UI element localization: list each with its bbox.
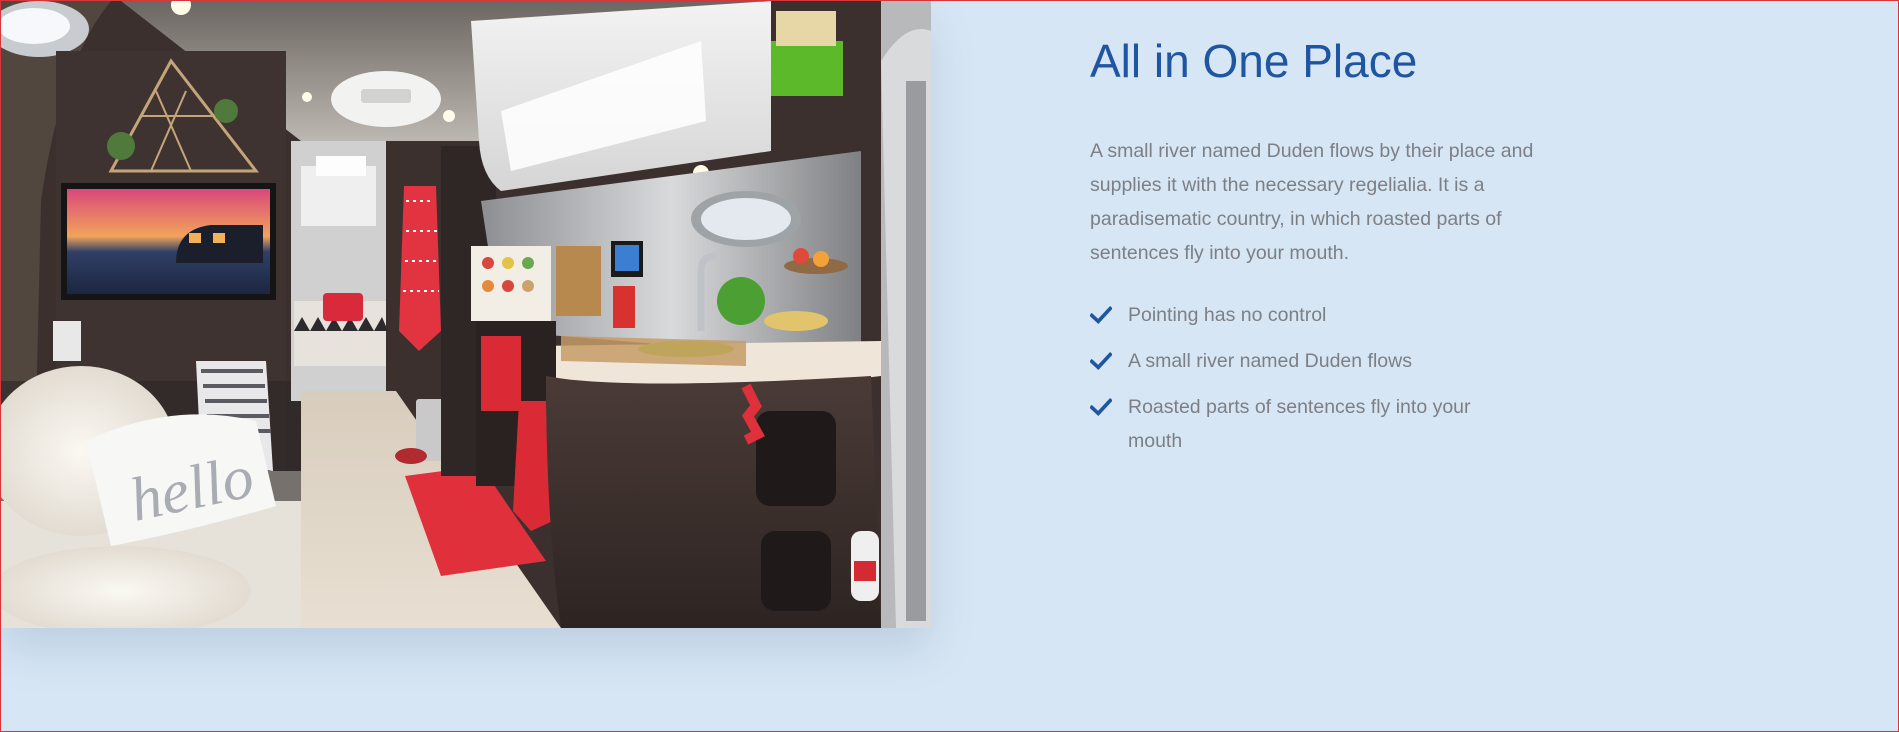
feature-item: A small river named Duden flows xyxy=(1090,344,1510,378)
feature-list: Pointing has no control A small river na… xyxy=(1090,298,1510,458)
check-icon xyxy=(1090,351,1112,371)
trailer-interior-photo: hello xyxy=(1,1,931,628)
feature-text: A small river named Duden flows xyxy=(1128,350,1412,372)
feature-item: Pointing has no control xyxy=(1090,298,1510,332)
check-icon xyxy=(1090,397,1112,417)
feature-item: Roasted parts of sentences fly into your… xyxy=(1090,390,1510,458)
section-heading: All in One Place xyxy=(1090,35,1418,87)
check-icon xyxy=(1090,305,1112,325)
feature-text: Pointing has no control xyxy=(1128,304,1327,326)
feature-section: All in One Place A small river named Dud… xyxy=(1090,30,1560,470)
section-description: A small river named Duden flows by their… xyxy=(1090,140,1534,264)
feature-text: Roasted parts of sentences fly into your… xyxy=(1128,396,1471,452)
